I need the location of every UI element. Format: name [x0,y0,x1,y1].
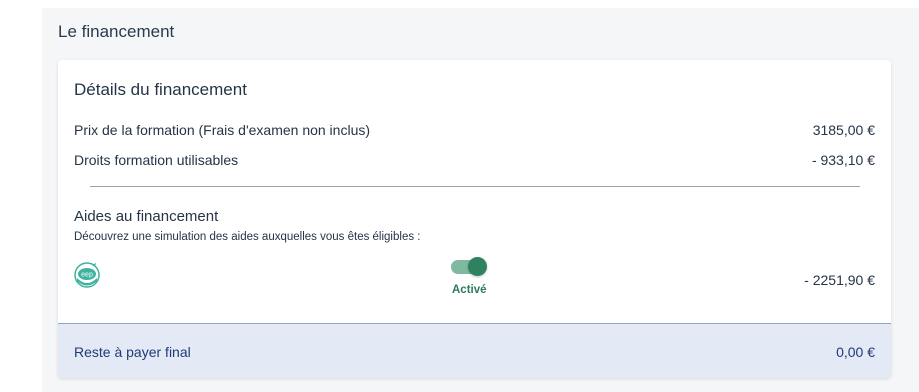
final-value: 0,00 € [836,344,875,360]
price-label: Prix de la formation (Frais d'examen non… [74,122,371,138]
financing-details-card: Détails du financement Prix de la format… [58,60,891,378]
aid-subtitle: Découvrez une simulation des aides auxqu… [74,231,421,243]
toggle-knob [468,257,487,276]
rights-value: - 933,10 € [811,152,875,168]
eep-logo-text: eep [81,272,93,279]
final-amount-row: Reste à payer final 0,00 € [58,323,891,378]
aid-amount: - 2251,90 € [804,272,875,288]
rights-label: Droits formation utilisables [74,152,239,168]
eep-logo-icon: eep [74,262,100,288]
aid-title: Aides au financement [74,208,219,225]
final-label: Reste à payer final [74,344,191,360]
divider [90,186,860,187]
toggle-status-label: Activé [452,284,487,296]
card-title: Détails du financement [74,80,247,99]
section-title: Le financement [58,22,175,41]
price-value: 3185,00 € [812,122,875,138]
aid-toggle[interactable] [451,257,487,276]
